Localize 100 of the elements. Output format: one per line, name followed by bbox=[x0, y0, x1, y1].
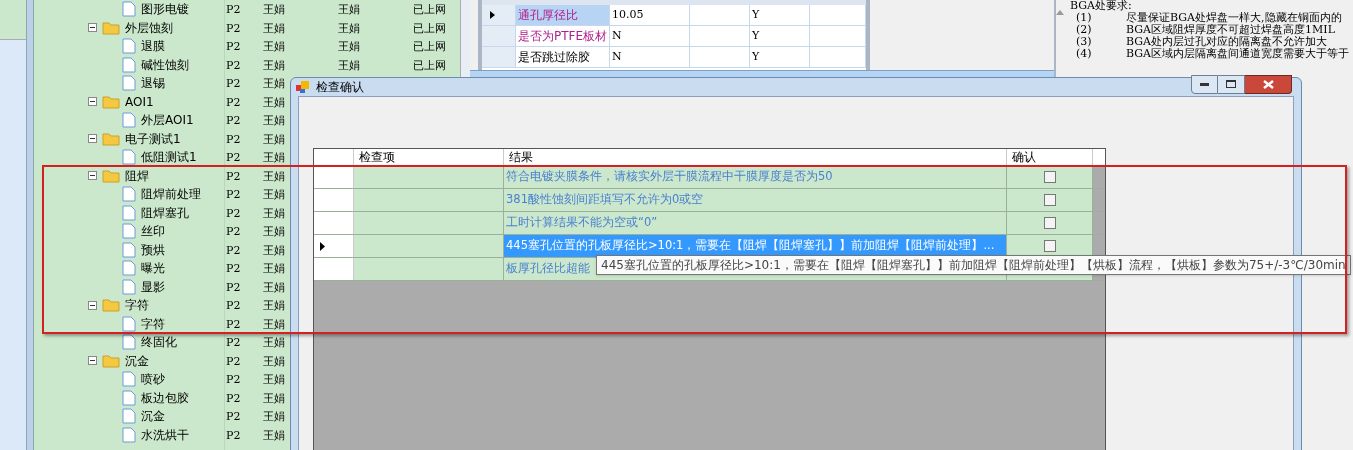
tree-cell-text: 王娟 bbox=[263, 372, 285, 388]
confirm-checkbox[interactable] bbox=[1043, 240, 1056, 252]
tree-cell: P2 bbox=[226, 279, 241, 296]
file-icon bbox=[122, 408, 136, 425]
row-header[interactable] bbox=[314, 235, 354, 257]
tree-cell: 王娟 bbox=[263, 316, 285, 333]
tree-cell: 王娟 bbox=[263, 353, 285, 370]
collapse-icon[interactable] bbox=[88, 356, 97, 366]
confirm-checkbox[interactable] bbox=[1043, 217, 1056, 229]
note-number: (1) bbox=[1075, 12, 1093, 24]
tree-cell: 王娟 bbox=[338, 20, 360, 37]
tree-node-label[interactable]: 字符 bbox=[141, 314, 165, 333]
column-header[interactable]: 确认 bbox=[1007, 149, 1093, 165]
tree-cell: 王娟 bbox=[263, 20, 285, 37]
tree-cell-text: P2 bbox=[226, 187, 241, 203]
tree-cell-text: 王娟 bbox=[263, 150, 285, 166]
tree-cell-text: P2 bbox=[226, 113, 241, 129]
tree-node-label[interactable]: 外层AOI1 bbox=[141, 111, 194, 130]
tree-cell: P2 bbox=[226, 242, 241, 259]
tree-cell: 王娟 bbox=[263, 168, 285, 185]
tree-cell: P2 bbox=[226, 316, 241, 333]
tree-cell-text: 王娟 bbox=[263, 39, 285, 55]
tree-node-label[interactable]: 退膜 bbox=[141, 37, 165, 56]
tree-node-label[interactable]: 阻焊前处理 bbox=[141, 185, 201, 204]
tree-cell-text: 王娟 bbox=[263, 335, 285, 351]
file-icon bbox=[122, 149, 136, 166]
tree-node-label[interactable]: 图形电镀 bbox=[141, 0, 189, 19]
tree-cell-text: 王娟 bbox=[263, 76, 285, 92]
file-icon bbox=[122, 278, 136, 295]
tree-cell-text: P2 bbox=[226, 372, 241, 388]
tree-node-label[interactable]: 阻焊 bbox=[125, 166, 149, 185]
notes-title: BGA处要求: bbox=[1070, 0, 1133, 12]
tree-node-label[interactable]: 碱性蚀刻 bbox=[141, 55, 189, 74]
column-header[interactable]: 结果 bbox=[504, 149, 1007, 165]
tree-node-label[interactable]: 丝印 bbox=[141, 222, 165, 241]
tree-node-label[interactable]: 电子测试1 bbox=[125, 129, 181, 148]
tree-cell: P2 bbox=[226, 94, 241, 111]
tree-cell: P2 bbox=[226, 353, 241, 370]
folder-icon bbox=[102, 94, 120, 109]
tree-node-label[interactable]: 曝光 bbox=[141, 259, 165, 278]
tree-node-label[interactable]: 字符 bbox=[125, 296, 149, 315]
tree-cell-text: P2 bbox=[226, 409, 241, 425]
tree-cell-text: 已上网 bbox=[413, 39, 446, 55]
tree-cell-text: P2 bbox=[226, 298, 241, 314]
tree-cell-text: P2 bbox=[226, 150, 241, 166]
collapse-icon[interactable] bbox=[88, 23, 97, 33]
collapse-icon[interactable] bbox=[88, 134, 97, 144]
tree-cell-text: 已上网 bbox=[413, 2, 446, 18]
column-header[interactable]: 检查项 bbox=[354, 149, 504, 165]
tree-node-label[interactable]: AOI1 bbox=[125, 92, 154, 111]
tree-cell: 已上网 bbox=[413, 20, 446, 37]
grid-cell: Y bbox=[750, 47, 810, 67]
grid-cell: 工时计算结果不能为空或“0” bbox=[504, 212, 1007, 234]
row-header[interactable] bbox=[482, 5, 516, 25]
tree-node-label[interactable]: 沉金 bbox=[125, 351, 149, 370]
tree-node-label[interactable]: 外层蚀刻 bbox=[125, 18, 173, 37]
collapse-icon[interactable] bbox=[88, 171, 97, 181]
grid-cell: N bbox=[610, 26, 690, 46]
collapse-icon[interactable] bbox=[88, 300, 97, 310]
current-row-icon bbox=[320, 241, 325, 251]
confirm-checkbox[interactable] bbox=[1043, 194, 1056, 206]
tree-node-label[interactable]: 显影 bbox=[141, 277, 165, 296]
current-row-icon bbox=[490, 11, 495, 19]
tree-cell: 王娟 bbox=[263, 279, 285, 296]
tree-node-label[interactable]: 阻焊塞孔 bbox=[141, 203, 189, 222]
tree-node-label[interactable]: 喷砂 bbox=[141, 370, 165, 389]
file-icon bbox=[122, 56, 136, 73]
tree-cell-text: 王娟 bbox=[338, 39, 360, 55]
tree-node-label[interactable]: 低阻测试1 bbox=[141, 148, 197, 167]
tree-cell: P2 bbox=[226, 131, 241, 148]
tree-node-label[interactable]: 预烘 bbox=[141, 240, 165, 259]
note-text: 尽量保证BGA处焊盘一样大,隐藏在铜面内的 bbox=[1126, 12, 1342, 24]
grid-cell: 381酸性蚀刻间距填写不允许为0或空 bbox=[504, 189, 1007, 211]
file-icon bbox=[122, 426, 136, 443]
tree-node-label[interactable]: 沉金 bbox=[141, 407, 165, 426]
tree-cell-text: 王娟 bbox=[263, 261, 285, 277]
note-number: (3) bbox=[1075, 36, 1093, 48]
tree-node-label[interactable]: 板边包胶 bbox=[141, 388, 189, 407]
tree-cell: 王娟 bbox=[263, 57, 285, 74]
file-icon bbox=[122, 186, 136, 203]
tree-cell: 王娟 bbox=[263, 242, 285, 259]
tree-cell: 已上网 bbox=[413, 57, 446, 74]
tree-node-label[interactable]: 终固化 bbox=[141, 333, 177, 352]
tree-cell-text: P2 bbox=[226, 224, 241, 240]
tree-cell-text: P2 bbox=[226, 2, 241, 18]
tree-cell: 王娟 bbox=[263, 131, 285, 148]
dialog-title: 检查确认 bbox=[316, 79, 364, 96]
tree-cell-text: 王娟 bbox=[338, 2, 360, 18]
tree-cell-text: 王娟 bbox=[263, 2, 285, 18]
tree-node-label[interactable]: 退锡 bbox=[141, 74, 165, 93]
tree-cell: P2 bbox=[226, 20, 241, 37]
folder-icon bbox=[102, 20, 120, 35]
grid-cell: 是否为PTFE板材 bbox=[516, 26, 610, 46]
tree-cell: 王娟 bbox=[263, 205, 285, 222]
collapse-icon[interactable] bbox=[88, 97, 97, 107]
folder-icon bbox=[102, 298, 120, 313]
tree-node-label[interactable]: 水洗烘干 bbox=[141, 425, 189, 444]
confirm-checkbox[interactable] bbox=[1043, 171, 1056, 183]
maximize-icon bbox=[1226, 80, 1236, 88]
tree-cell-text: 王娟 bbox=[263, 409, 285, 425]
